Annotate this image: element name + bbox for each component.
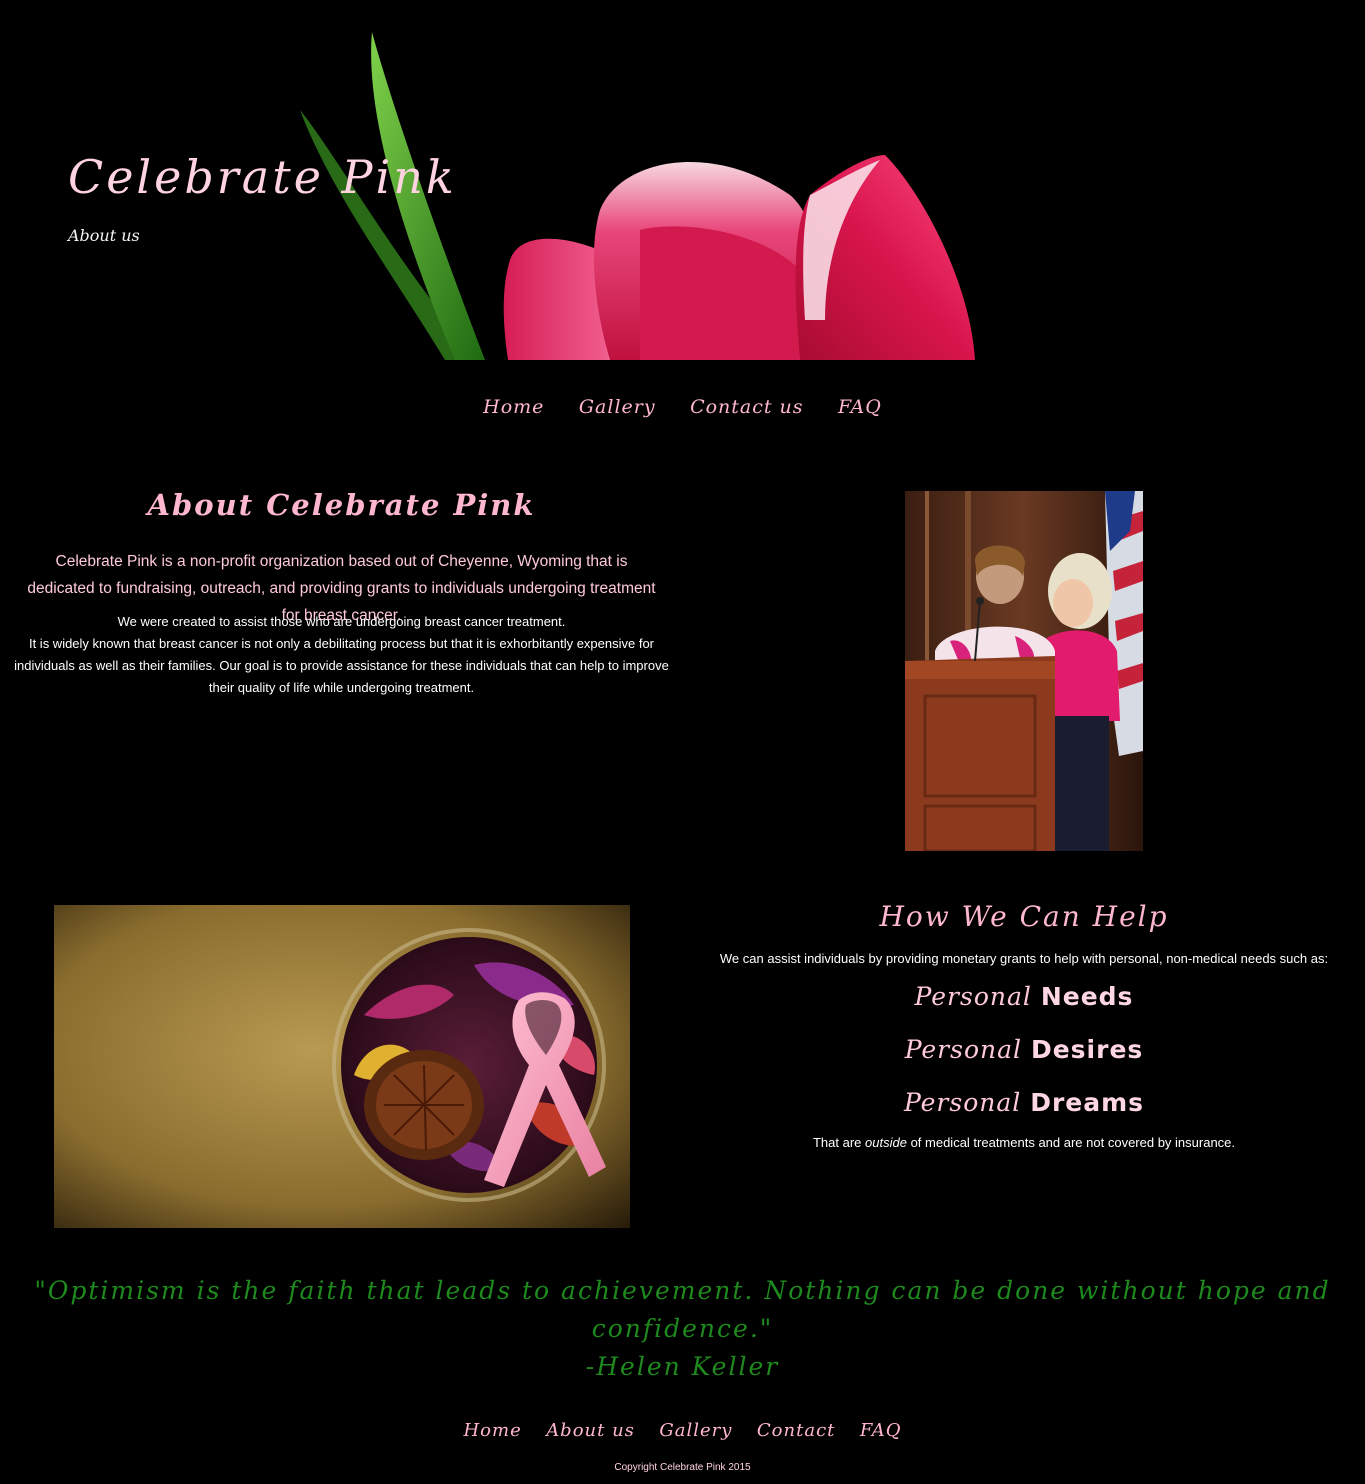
main-nav: Home Gallery Contact us FAQ	[0, 396, 1365, 418]
footer-nav-faq[interactable]: FAQ	[860, 1420, 902, 1441]
footer-nav-contact[interactable]: Contact	[757, 1420, 835, 1441]
about-body-line-2: It is widely known that breast cancer is…	[14, 636, 669, 695]
quote-block: "Optimism is the faith that leads to ach…	[0, 1272, 1365, 1386]
help-item-desires: Personal Desires	[683, 1035, 1365, 1072]
site-subtitle: About us	[68, 226, 140, 245]
about-heading: About Celebrate Pink	[147, 488, 536, 522]
help-item-word: Dreams	[1030, 1088, 1145, 1117]
help-item-prefix: Personal	[903, 1088, 1022, 1117]
help-item-needs: Personal Needs	[683, 982, 1365, 1019]
nav-home[interactable]: Home	[483, 396, 544, 418]
help-item-dreams: Personal Dreams	[683, 1088, 1365, 1125]
footer-nav-gallery[interactable]: Gallery	[659, 1420, 732, 1441]
site-title: Celebrate Pink	[68, 150, 457, 204]
help-intro-text: We can assist individuals by providing m…	[719, 951, 1329, 966]
footer-nav-home[interactable]: Home	[463, 1420, 521, 1441]
help-item-prefix: Personal	[914, 982, 1032, 1011]
footer-nav: Home About us Gallery Contact FAQ	[0, 1420, 1365, 1441]
help-note: That are outside of medical treatments a…	[683, 1135, 1365, 1150]
about-body-line-1: We were created to assist those who are …	[117, 614, 566, 629]
footer-nav-about-us[interactable]: About us	[546, 1420, 635, 1441]
speakers-photo	[905, 491, 1143, 851]
ribbon-bowl-photo	[54, 905, 630, 1228]
help-note-after: of medical treatments and are not covere…	[910, 1135, 1236, 1150]
nav-faq[interactable]: FAQ	[838, 396, 882, 418]
help-heading: How We Can Help	[879, 900, 1169, 933]
help-section: How We Can Help We can assist individual…	[683, 900, 1365, 1150]
about-body-text: We were created to assist those who are …	[10, 611, 673, 699]
quote-author: -Helen Keller	[585, 1352, 780, 1381]
nav-gallery[interactable]: Gallery	[579, 396, 656, 418]
help-note-emphasis: outside	[865, 1135, 907, 1150]
nav-contact-us[interactable]: Contact us	[690, 396, 803, 418]
copyright-text: Copyright Celebrate Pink 2015	[614, 1462, 751, 1473]
hero-banner: Celebrate Pink About us	[0, 0, 1365, 360]
help-item-word: Desires	[1030, 1035, 1144, 1064]
quote-text: "Optimism is the faith that leads to ach…	[34, 1276, 1331, 1343]
help-item-prefix: Personal	[904, 1035, 1023, 1064]
help-item-word: Needs	[1040, 982, 1134, 1011]
help-note-before: That are	[812, 1135, 862, 1150]
